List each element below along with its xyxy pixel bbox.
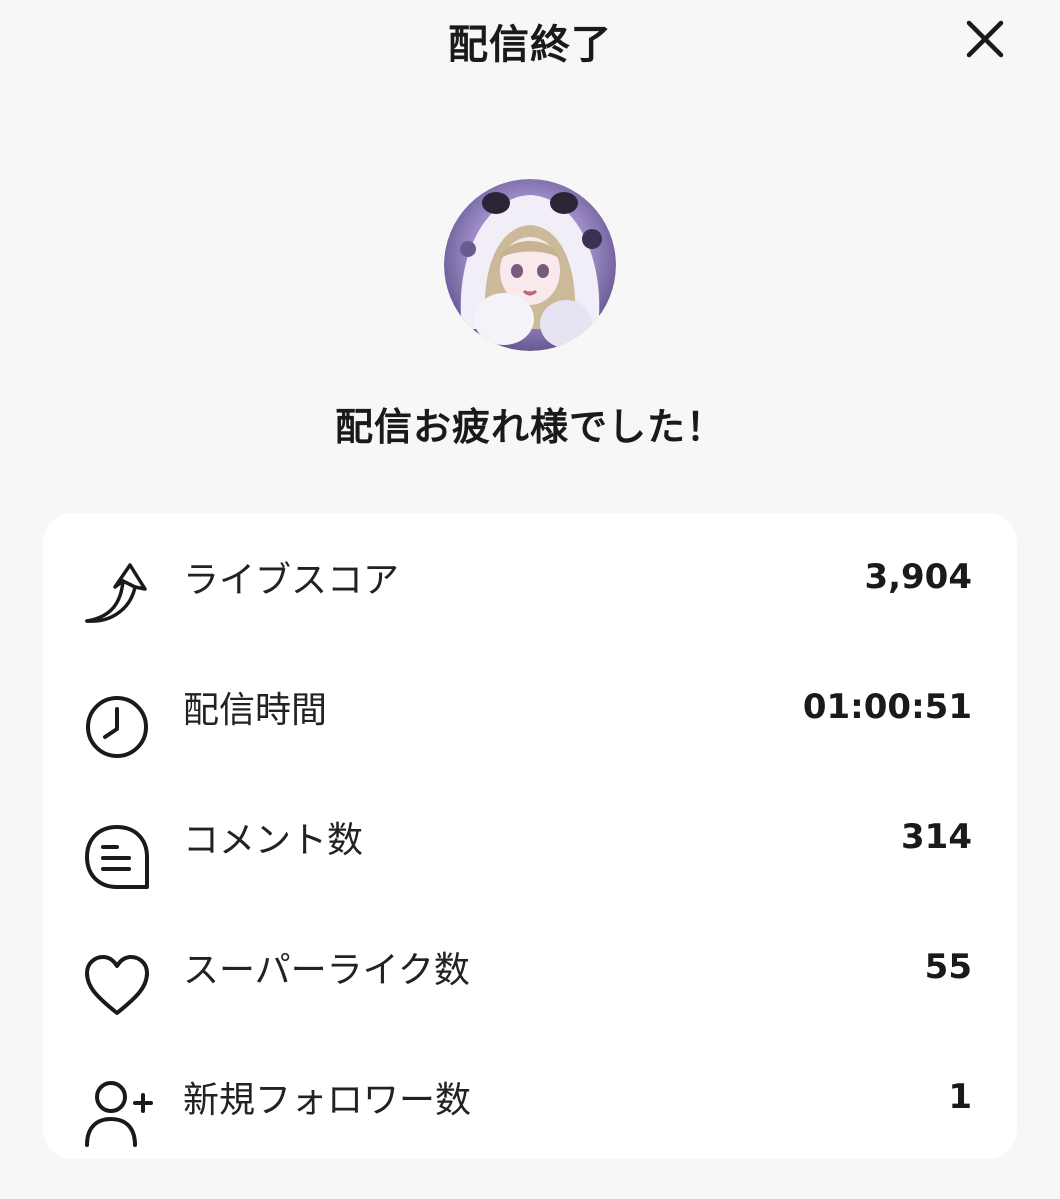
stat-value: 314: [901, 817, 972, 857]
stat-row-stream-time: 配信時間 01:00:51: [43, 667, 1017, 767]
heart-icon: [85, 955, 149, 1015]
stat-value: 55: [924, 947, 972, 987]
page-title: 配信終了: [448, 22, 612, 68]
avatar: [444, 179, 616, 351]
stat-value: 1: [948, 1077, 972, 1117]
trending-arrow-icon: [85, 563, 147, 623]
stat-row-comments: コメント数 314: [43, 797, 1017, 897]
stat-row-super-likes: スーパーライク数 55: [43, 927, 1017, 1027]
header: 配信終了: [0, 0, 1060, 80]
close-button[interactable]: [958, 12, 1012, 66]
stat-row-live-score: ライブスコア 3,904: [43, 537, 1017, 637]
clock-icon: [86, 696, 148, 758]
close-icon: [966, 20, 1004, 58]
stat-value: 3,904: [864, 557, 972, 597]
stat-row-new-followers: 新規フォロワー数 1: [43, 1057, 1017, 1157]
stat-label: 配信時間: [183, 690, 328, 731]
stat-label: スーパーライク数: [183, 950, 470, 991]
stat-label: 新規フォロワー数: [183, 1080, 472, 1121]
stat-label: コメント数: [183, 820, 364, 861]
stat-value: 01:00:51: [802, 687, 972, 727]
completion-message: 配信お疲れ様でした！: [334, 405, 725, 449]
comment-icon: [85, 825, 149, 889]
add-user-icon: [85, 1081, 153, 1147]
stat-label: ライブスコア: [183, 560, 400, 601]
stats-card: ライブスコア 3,904 配信時間 01:00:51 コメント数 314 スーパ…: [43, 513, 1017, 1159]
